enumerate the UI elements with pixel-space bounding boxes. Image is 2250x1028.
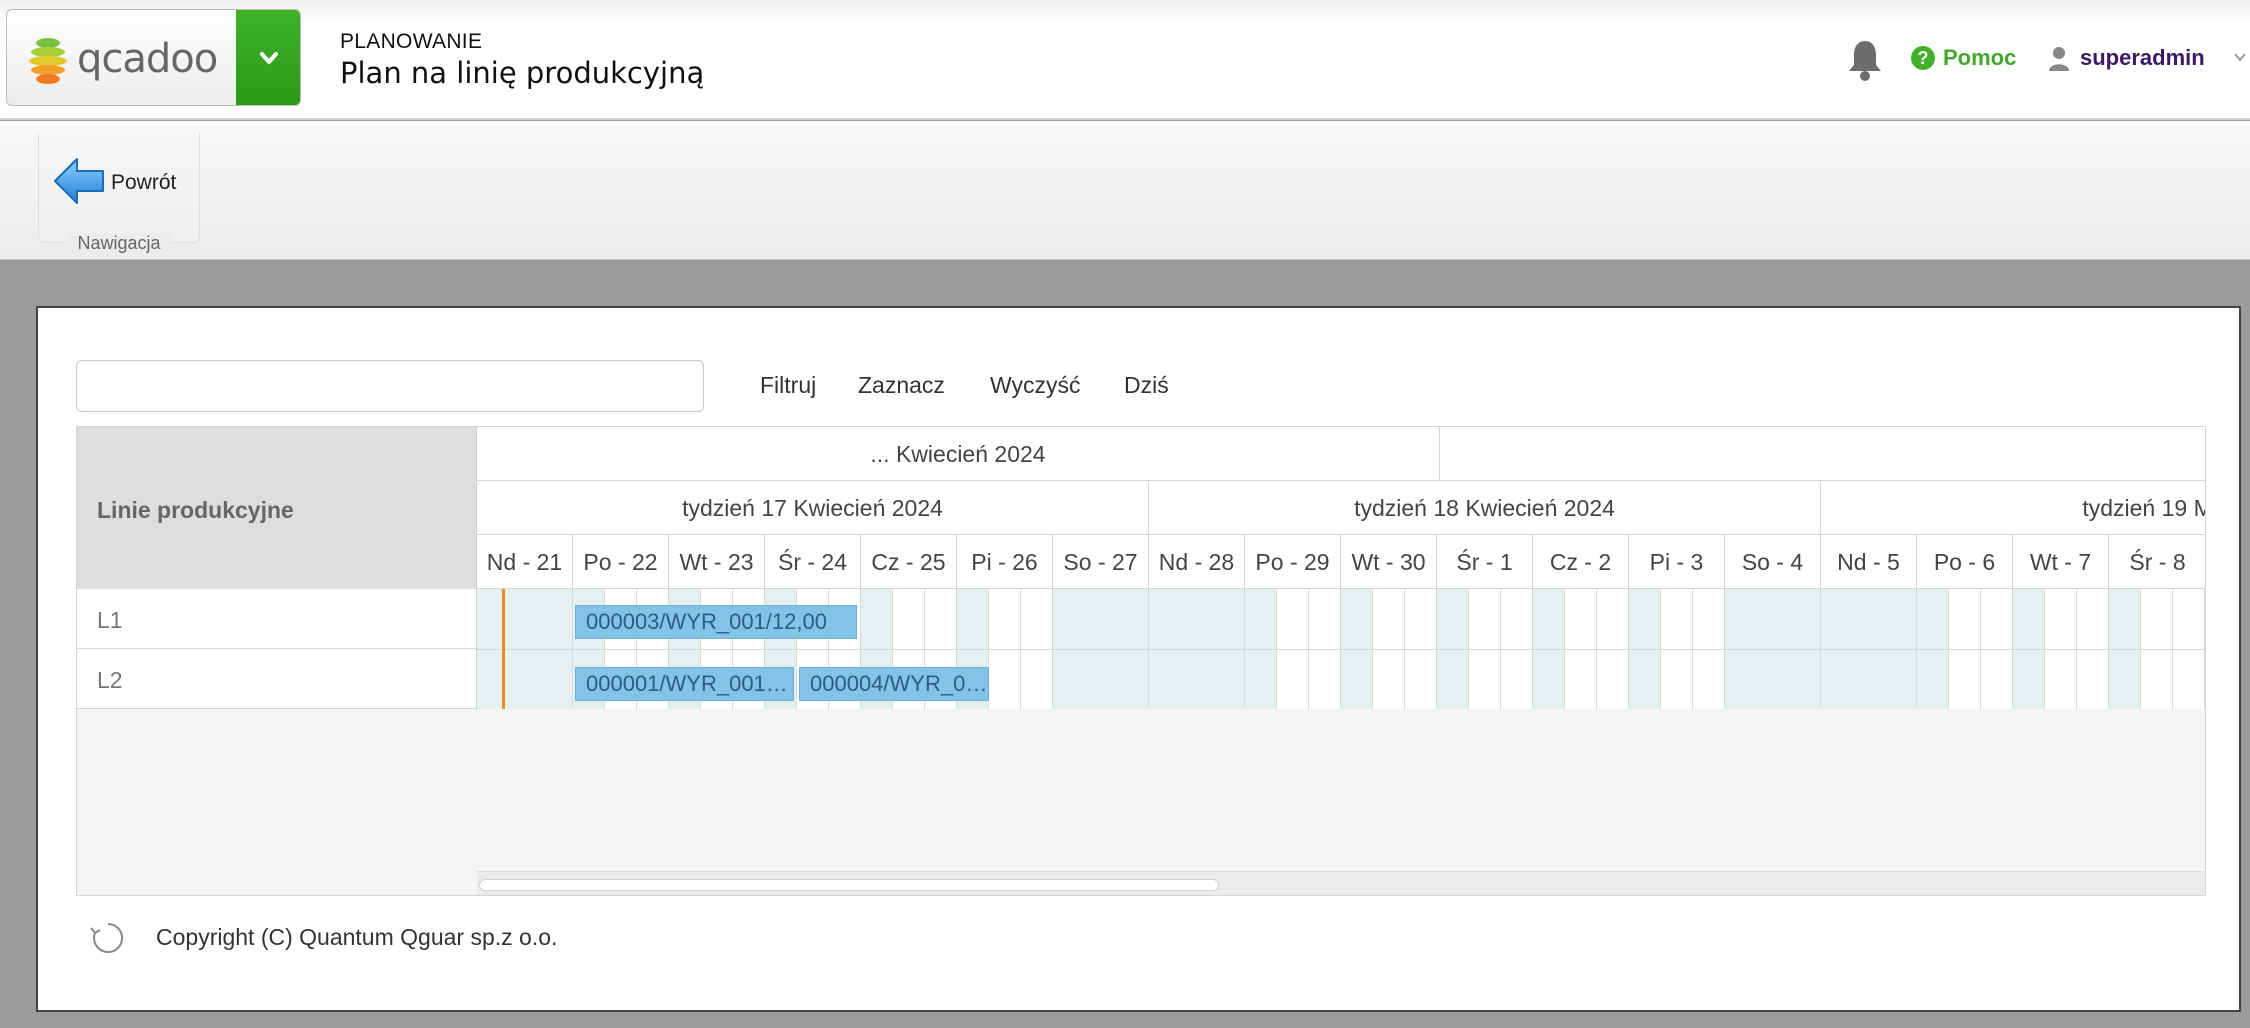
- lines-header: Linie produkcyjne: [77, 427, 477, 589]
- copyright-text: Copyright (C) Quantum Qguar sp.z o.o.: [156, 924, 558, 950]
- user-icon: [2049, 47, 2069, 71]
- day-header: Wt - 30: [1341, 535, 1437, 589]
- line-name: L2: [97, 667, 123, 693]
- navigation-group: Powrót Nawigacja: [38, 133, 200, 253]
- footer: Copyright (C) Quantum Qguar sp.z o.o.: [76, 896, 2206, 974]
- day-header: Cz - 25: [861, 535, 957, 589]
- navigation-group-label: Nawigacja: [39, 233, 199, 254]
- app-logo[interactable]: qcadoo: [6, 9, 301, 106]
- order-bar[interactable]: 000003/WYR_001/12,00: [575, 605, 857, 639]
- week-header: tydzień 19 Maj: [1821, 481, 2205, 535]
- line-row-label[interactable]: L1: [77, 589, 477, 649]
- month-header: ... Kwiecień 2024: [477, 427, 1440, 481]
- day-header: Wt - 7: [2013, 535, 2109, 589]
- select-button[interactable]: Zaznacz: [858, 372, 945, 399]
- line-row-label[interactable]: L2: [77, 649, 477, 709]
- scrollbar-thumb[interactable]: [479, 879, 1219, 891]
- planning-panel: Filtruj Zaznacz Wyczyść Dziś Linie produ…: [36, 306, 2241, 1012]
- page-title: Plan na linię produkcyjną: [340, 56, 705, 90]
- gantt-chart: Linie produkcyjne L1 L2 ... Kwiecień 202…: [76, 426, 2206, 896]
- day-header: Po - 22: [573, 535, 669, 589]
- gantt-timeline: ... Kwiecień 2024 tydzień 17 Kwiecień 20…: [477, 427, 2205, 709]
- user-menu[interactable]: superadmin: [2080, 45, 2205, 71]
- week-header: tydzień 17 Kwiecień 2024: [477, 481, 1149, 535]
- breadcrumb-section: PLANOWANIE: [340, 30, 483, 53]
- day-header: Po - 29: [1245, 535, 1341, 589]
- clear-button[interactable]: Wyczyść: [990, 372, 1081, 399]
- main-menu-button[interactable]: [236, 10, 300, 105]
- user-dropdown-icon[interactable]: [2233, 50, 2247, 64]
- refresh-icon[interactable]: [88, 918, 128, 958]
- day-header: So - 4: [1725, 535, 1821, 589]
- line-name: L1: [97, 607, 123, 633]
- back-arrow-icon: [54, 158, 104, 204]
- day-header: Śr - 24: [765, 535, 861, 589]
- help-icon[interactable]: ?: [1911, 46, 1935, 70]
- day-header: Nd - 28: [1149, 535, 1245, 589]
- qcadoo-logo-icon: [29, 38, 67, 84]
- ribbon: Powrót Nawigacja: [0, 121, 2250, 260]
- back-label: Powrót: [111, 171, 177, 194]
- day-header: Nd - 21: [477, 535, 573, 589]
- day-header: Po - 6: [1917, 535, 2013, 589]
- logo-text: qcadoo: [77, 36, 218, 82]
- today-button[interactable]: Dziś: [1124, 372, 1169, 399]
- day-header: Cz - 2: [1533, 535, 1629, 589]
- row-separator: [477, 649, 2205, 650]
- day-header: Pi - 26: [957, 535, 1053, 589]
- bell-icon[interactable]: [1846, 38, 1884, 82]
- top-header: qcadoo PLANOWANIE Plan na linię produkcy…: [0, 0, 2250, 120]
- filter-button[interactable]: Filtruj: [760, 372, 816, 399]
- gantt-container: Filtruj Zaznacz Wyczyść Dziś Linie produ…: [76, 346, 2206, 974]
- day-header: Śr - 1: [1437, 535, 1533, 589]
- filter-input[interactable]: [76, 360, 704, 412]
- back-button[interactable]: Powrót: [53, 155, 193, 207]
- help-link[interactable]: Pomoc: [1943, 45, 2016, 71]
- day-header: Nd - 5: [1821, 535, 1917, 589]
- navigation-group-text: Nawigacja: [67, 233, 171, 253]
- today-marker: [502, 589, 505, 709]
- order-bar[interactable]: 000001/WYR_001/10,00: [575, 667, 794, 701]
- order-bar[interactable]: 000004/WYR_002/5,00: [799, 667, 989, 701]
- day-header: So - 27: [1053, 535, 1149, 589]
- horizontal-scrollbar[interactable]: [477, 871, 2205, 895]
- day-header: Wt - 23: [669, 535, 765, 589]
- day-header: Pi - 3: [1629, 535, 1725, 589]
- week-header: tydzień 18 Kwiecień 2024: [1149, 481, 1821, 535]
- lines-header-label: Linie produkcyjne: [97, 497, 294, 523]
- day-header: Śr - 8: [2109, 535, 2205, 589]
- gantt-toolbar: Filtruj Zaznacz Wyczyść Dziś: [76, 346, 2206, 426]
- chevron-down-icon: [260, 52, 278, 64]
- month-header: [1440, 427, 2205, 481]
